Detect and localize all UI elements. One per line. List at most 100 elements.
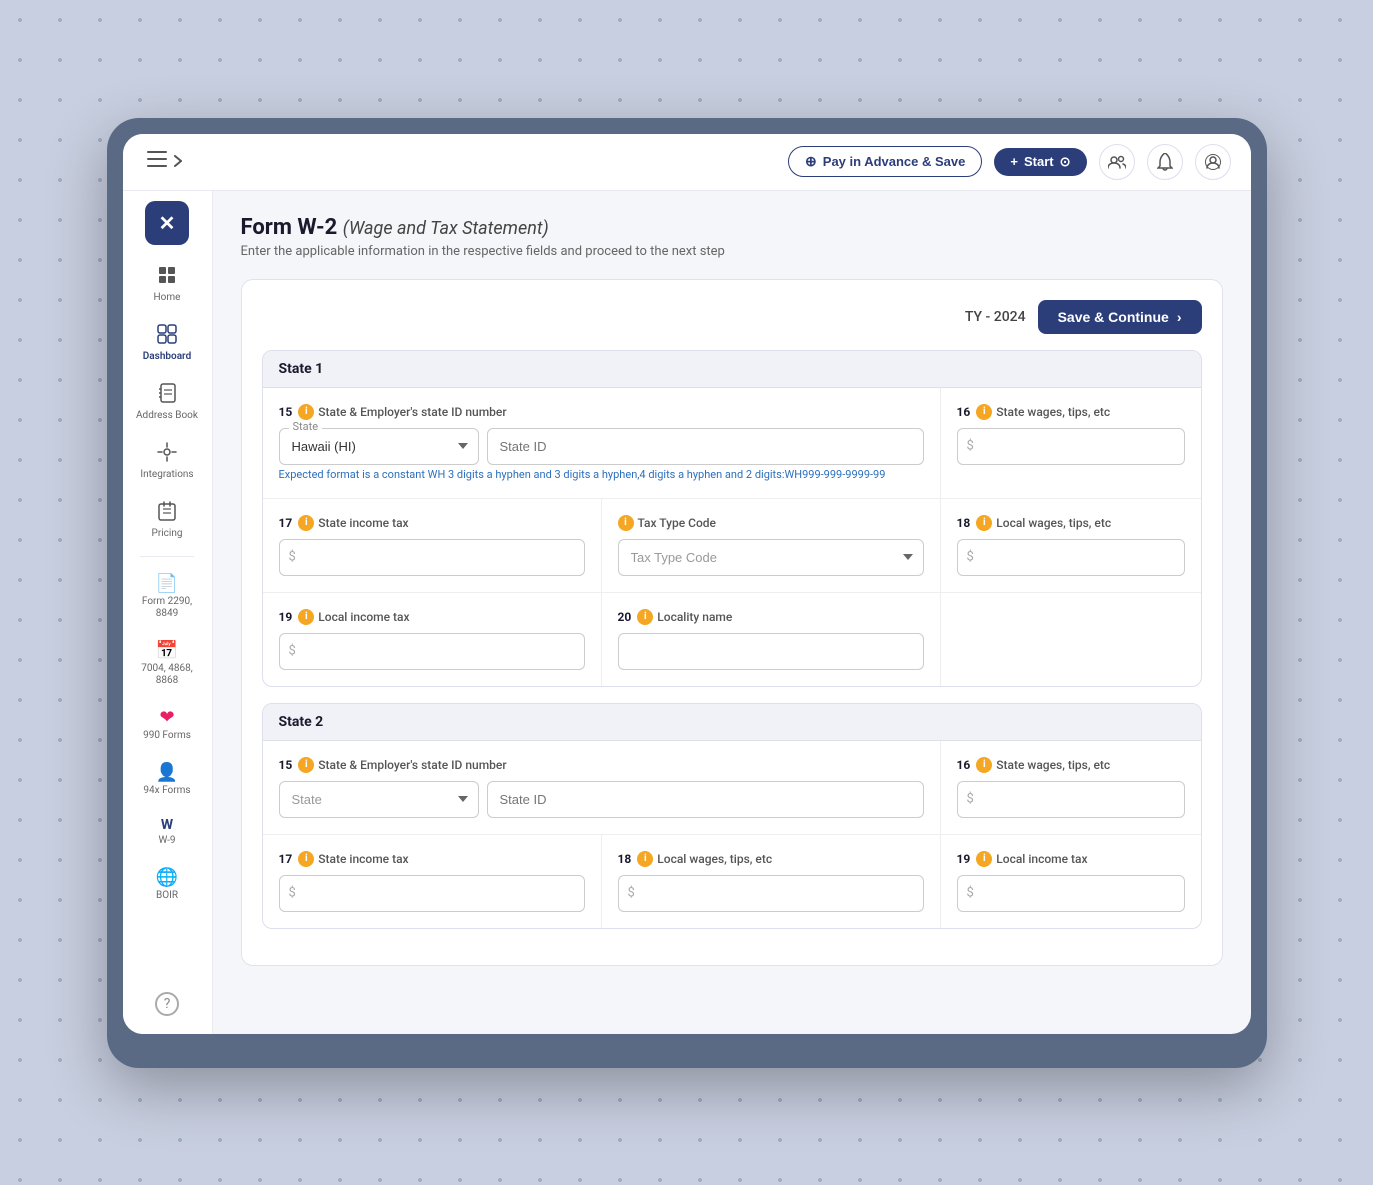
state2-field17-info-icon[interactable]: i	[298, 851, 314, 867]
home-icon	[157, 265, 177, 290]
pricing-icon	[158, 501, 176, 526]
sidebar-item-pricing[interactable]: Pricing	[128, 493, 206, 548]
app-shell: ⊕ Pay in Advance & Save + Start ⊙	[123, 134, 1251, 1034]
field18-label: 18 i Local wages, tips, etc	[957, 515, 1185, 531]
tax-type-info-icon[interactable]: i	[618, 515, 634, 531]
form990-icon: ❤	[159, 707, 174, 728]
tax-type-label: i Tax Type Code	[618, 515, 924, 531]
field19-label-text: Local income tax	[318, 610, 409, 624]
state2-local-wages-input[interactable]	[618, 875, 924, 912]
tax-type-label-text: Tax Type Code	[638, 516, 716, 530]
state2-field16-label-text: State wages, tips, etc	[996, 758, 1110, 772]
pricing-label: Pricing	[152, 528, 183, 540]
state2-field19-label-text: Local income tax	[996, 852, 1087, 866]
boir-label: BOIR	[156, 890, 178, 902]
outer-card: ⊕ Pay in Advance & Save + Start ⊙	[107, 118, 1267, 1068]
field19-label: 19 i Local income tax	[279, 609, 585, 625]
menu-icon[interactable]	[143, 147, 186, 176]
sidebar-divider-1	[140, 556, 193, 557]
state2-section: State 2 15 i State & Employer's state ID…	[262, 703, 1202, 929]
form-card-header: TY - 2024 Save & Continue ›	[262, 300, 1202, 334]
sidebar-item-home[interactable]: Home	[128, 257, 206, 312]
home-label: Home	[154, 292, 181, 304]
sidebar-item-boir[interactable]: 🌐 BOIR	[128, 859, 206, 910]
sidebar-item-address-book[interactable]: Address Book	[128, 375, 206, 430]
field19-num: 19	[279, 610, 293, 624]
state1-wages-input[interactable]	[957, 428, 1185, 465]
sidebar-item-integrations[interactable]: Integrations	[128, 434, 206, 489]
sidebar-item-help[interactable]: ?	[128, 984, 206, 1024]
boir-icon: 🌐	[156, 867, 178, 888]
state2-field18-label: 18 i Local wages, tips, etc	[618, 851, 924, 867]
state2-wages-input[interactable]	[957, 781, 1185, 818]
sidebar-item-form2290[interactable]: 📄 Form 2290, 8849	[128, 565, 206, 628]
dashboard-icon	[157, 324, 177, 349]
address-book-icon	[158, 383, 176, 408]
field15-label-text: State & Employer's state ID number	[318, 405, 506, 419]
pay-advance-button[interactable]: ⊕ Pay in Advance & Save	[788, 146, 982, 177]
field20-info-icon[interactable]: i	[637, 609, 653, 625]
integrations-icon	[157, 442, 177, 467]
state1-local-income-tax-input[interactable]	[279, 633, 585, 670]
start-button[interactable]: + Start ⊙	[994, 148, 1086, 176]
help-icon: ?	[155, 992, 179, 1016]
sidebar-item-form7004[interactable]: 📅 7004, 4868, 8868	[128, 632, 206, 695]
state2-field19-info-icon[interactable]: i	[976, 851, 992, 867]
field20-label-text: Locality name	[657, 610, 732, 624]
state2-field15-label-text: State & Employer's state ID number	[318, 758, 506, 772]
form2290-label: Form 2290, 8849	[134, 596, 200, 620]
form94x-icon: 👤	[156, 762, 178, 783]
state2-field16-num: 16	[957, 758, 971, 772]
tax-year-label: TY - 2024	[965, 309, 1026, 325]
field16-label-text: State wages, tips, etc	[996, 405, 1110, 419]
sidebar-item-dashboard[interactable]: Dashboard	[128, 316, 206, 371]
start-arrow-icon: ⊙	[1060, 154, 1071, 170]
state2-state-id-input[interactable]	[487, 781, 924, 818]
state1-state-id-input[interactable]	[487, 428, 924, 465]
start-plus-icon: +	[1010, 154, 1018, 169]
team-icon-button[interactable]	[1099, 144, 1135, 180]
sidebar-item-formw9[interactable]: W W-9	[128, 809, 206, 855]
state1-local-wages-input[interactable]	[957, 539, 1185, 576]
form-title-text: Form W-2	[241, 215, 338, 240]
state1-locality-name-input[interactable]	[618, 633, 924, 670]
page-title: Form W-2 (Wage and Tax Statement)	[241, 215, 1223, 240]
page-description: Enter the applicable information in the …	[241, 244, 1223, 259]
field17-num: 17	[279, 516, 293, 530]
state1-tax-type-select[interactable]: Tax Type Code	[618, 539, 924, 576]
state2-local-income-tax-input[interactable]	[957, 875, 1185, 912]
state2-field18-label-text: Local wages, tips, etc	[657, 852, 772, 866]
app-logo[interactable]: ✕	[145, 201, 189, 245]
formw9-icon: W	[161, 817, 173, 833]
user-avatar-button[interactable]	[1195, 144, 1231, 180]
state2-field15-label: 15 i State & Employer's state ID number	[279, 757, 924, 773]
state2-field16-info-icon[interactable]: i	[976, 757, 992, 773]
state1-state-select[interactable]: Hawaii (HI)	[279, 428, 479, 465]
state1-state-income-tax-input[interactable]	[279, 539, 585, 576]
sidebar-item-form990[interactable]: ❤ 990 Forms	[128, 699, 206, 750]
field15-info-icon[interactable]: i	[298, 404, 314, 420]
state2-field18-info-icon[interactable]: i	[637, 851, 653, 867]
main-layout: ✕ Home	[123, 191, 1251, 1034]
state2-state-income-tax-input[interactable]	[279, 875, 585, 912]
field18-info-icon[interactable]: i	[976, 515, 992, 531]
form990-label: 990 Forms	[143, 730, 191, 742]
state2-state-select[interactable]: State	[279, 781, 479, 818]
state2-header: State 2	[263, 704, 1201, 741]
chevron-right-icon: ›	[1177, 309, 1182, 325]
state2-field19-num: 19	[957, 852, 971, 866]
state2-field15-info-icon[interactable]: i	[298, 757, 314, 773]
field19-info-icon[interactable]: i	[298, 609, 314, 625]
field17-info-icon[interactable]: i	[298, 515, 314, 531]
state1-format-hint: Expected format is a constant WH 3 digit…	[279, 467, 924, 482]
state2-field17-label: 17 i State income tax	[279, 851, 585, 867]
form-card: TY - 2024 Save & Continue › State 1	[241, 279, 1223, 966]
notification-icon-button[interactable]	[1147, 144, 1183, 180]
save-continue-label: Save & Continue	[1058, 309, 1169, 325]
state2-field16-label: 16 i State wages, tips, etc	[957, 757, 1185, 773]
sidebar-item-form94x[interactable]: 👤 94x Forms	[128, 754, 206, 805]
field16-info-icon[interactable]: i	[976, 404, 992, 420]
state2-field19-label: 19 i Local income tax	[957, 851, 1185, 867]
form7004-icon: 📅	[156, 640, 178, 661]
save-continue-button[interactable]: Save & Continue ›	[1038, 300, 1202, 334]
